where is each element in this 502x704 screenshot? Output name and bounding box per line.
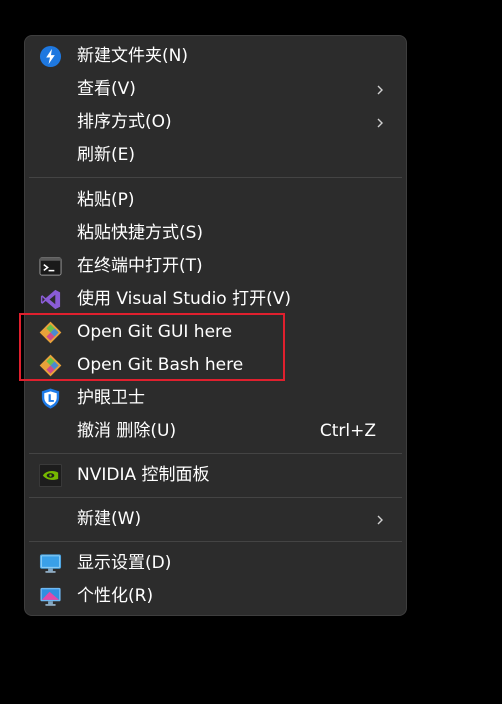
menu-item-view[interactable]: 查看(V) — [29, 73, 402, 106]
menu-item-new-folder[interactable]: 新建文件夹(N) — [29, 40, 402, 73]
menu-item-label: 使用 Visual Studio 打开(V) — [77, 289, 292, 309]
menu-item-label: Open Git GUI here — [77, 322, 233, 342]
menu-item-label: 新建(W) — [77, 509, 142, 529]
menu-separator — [29, 497, 402, 498]
nvidia-icon — [39, 464, 62, 487]
new-folder-bolt-icon — [39, 45, 62, 68]
menu-separator — [29, 541, 402, 542]
menu-item-paste-shortcut[interactable]: 粘贴快捷方式(S) — [29, 217, 402, 250]
menu-item-undo-delete[interactable]: 撤消 删除(U) Ctrl+Z — [29, 415, 402, 448]
menu-item-label: 个性化(R) — [77, 586, 154, 606]
menu-item-label: 粘贴快捷方式(S) — [77, 223, 204, 243]
menu-item-nvidia-control-panel[interactable]: NVIDIA 控制面板 — [29, 459, 402, 492]
menu-separator — [29, 453, 402, 454]
menu-item-label: 排序方式(O) — [77, 112, 172, 132]
menu-item-open-git-bash[interactable]: Open Git Bash here — [29, 349, 402, 382]
menu-item-label: Open Git Bash here — [77, 355, 244, 375]
menu-item-label: 粘贴(P) — [77, 190, 135, 210]
menu-item-display-settings[interactable]: 显示设置(D) — [29, 547, 402, 580]
terminal-icon — [39, 255, 62, 278]
menu-item-label: NVIDIA 控制面板 — [77, 465, 210, 485]
menu-item-label: 撤消 删除(U) — [77, 421, 177, 441]
menu-item-new[interactable]: 新建(W) — [29, 503, 402, 536]
menu-separator — [29, 177, 402, 178]
menu-item-sort-by[interactable]: 排序方式(O) — [29, 106, 402, 139]
shortcut-label: Ctrl+Z — [319, 421, 376, 441]
git-icon — [39, 321, 62, 344]
visual-studio-icon — [39, 288, 62, 311]
menu-item-open-git-gui[interactable]: Open Git GUI here — [29, 316, 402, 349]
display-settings-icon — [39, 552, 62, 575]
menu-item-label: 新建文件夹(N) — [77, 46, 188, 66]
menu-item-label: 显示设置(D) — [77, 553, 172, 573]
context-menu: 新建文件夹(N) 查看(V) 排序方式(O) 刷新(E) 粘贴(P) 粘贴快捷方… — [24, 35, 407, 616]
menu-item-label: 查看(V) — [77, 79, 136, 99]
eye-guard-icon — [39, 387, 62, 410]
chevron-right-icon — [376, 515, 384, 525]
menu-item-open-in-terminal[interactable]: 在终端中打开(T) — [29, 250, 402, 283]
chevron-right-icon — [376, 118, 384, 128]
git-icon — [39, 354, 62, 377]
menu-item-refresh[interactable]: 刷新(E) — [29, 139, 402, 172]
menu-item-personalize[interactable]: 个性化(R) — [29, 580, 402, 613]
chevron-right-icon — [376, 85, 384, 95]
menu-item-open-with-visual-studio[interactable]: 使用 Visual Studio 打开(V) — [29, 283, 402, 316]
menu-item-label: 刷新(E) — [77, 145, 136, 165]
personalize-icon — [39, 585, 62, 608]
menu-item-label: 在终端中打开(T) — [77, 256, 203, 276]
menu-item-eye-guard[interactable]: 护眼卫士 — [29, 382, 402, 415]
menu-item-paste[interactable]: 粘贴(P) — [29, 184, 402, 217]
menu-item-label: 护眼卫士 — [77, 388, 145, 408]
